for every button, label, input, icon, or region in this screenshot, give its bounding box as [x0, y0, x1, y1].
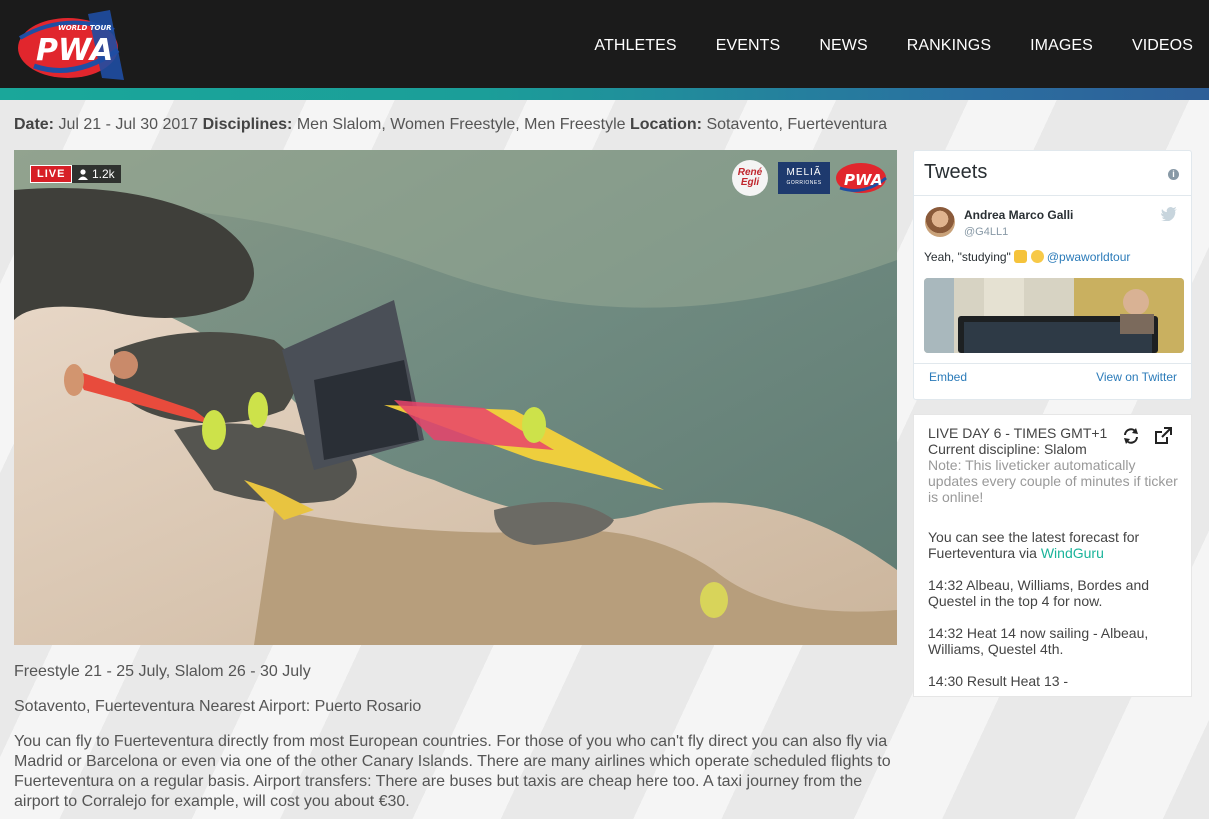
- ticker-entry: 14:30 Result Heat 13 -: [928, 673, 1069, 689]
- person-icon: [78, 168, 88, 180]
- ticker-note: Note: This liveticker automatically upda…: [928, 457, 1178, 505]
- live-ticker-panel: LIVE DAY 6 - TIMES GMT+1 Current discipl…: [913, 414, 1192, 697]
- windguru-link[interactable]: WindGuru: [1041, 545, 1104, 561]
- thumbs-up-emoji-icon: [1014, 250, 1028, 263]
- travel-text: You can fly to Fuerteventura directly fr…: [14, 733, 891, 810]
- twitter-timeline-widget: Tweets i Andrea Marco Galli @G4LL1 Yeah,…: [913, 150, 1192, 400]
- melia-text: MELIÃ: [786, 167, 822, 178]
- live-badge: LIVE: [30, 165, 73, 183]
- svg-text:PWA: PWA: [844, 171, 883, 189]
- view-on-twitter-link[interactable]: View on Twitter: [1096, 370, 1177, 384]
- disciplines-label: Disciplines:: [202, 116, 293, 133]
- info-icon[interactable]: i: [1168, 169, 1179, 180]
- svg-text:WORLD TOUR: WORLD TOUR: [58, 24, 112, 32]
- nav-news[interactable]: NEWS: [819, 37, 867, 55]
- viewer-count-badge: 1.2k: [72, 165, 121, 183]
- tweet-author-name[interactable]: Andrea Marco Galli: [964, 208, 1073, 222]
- sponsor-rene-egli-logo: René Egli: [732, 160, 768, 196]
- date-label: Date:: [14, 116, 55, 133]
- header-accent-stripe: [0, 88, 1209, 100]
- location-label: Location:: [630, 116, 702, 133]
- ticker-entry: 14:32 Albeau, Williams, Bordes and Quest…: [928, 577, 1150, 609]
- schedule-text: Freestyle 21 - 25 July, Slalom 26 - 30 J…: [14, 663, 311, 680]
- sponsor-pwa-logo: PWA: [834, 158, 888, 196]
- divider: [914, 195, 1191, 196]
- tweet-text-body: Yeah, "studying": [924, 250, 1011, 264]
- main-nav: ATHLETES EVENTS NEWS RANKINGS IMAGES VID…: [555, 37, 1193, 55]
- nav-athletes[interactable]: ATHLETES: [594, 37, 676, 55]
- video-frame-image: [14, 150, 897, 645]
- tweet-text: Yeah, "studying" @pwaworldtour: [924, 250, 1130, 264]
- avatar[interactable]: [925, 207, 955, 237]
- event-meta: Date: Jul 21 - Jul 30 2017 Disciplines: …: [14, 116, 887, 134]
- main-content: Date: Jul 21 - Jul 30 2017 Disciplines: …: [0, 100, 1209, 819]
- nav-events[interactable]: EVENTS: [716, 37, 781, 55]
- location-value: Sotavento, Fuerteventura: [706, 116, 888, 133]
- melia-subtext: GORRIONES: [786, 180, 822, 186]
- sponsor-melia-logo: MELIÃ GORRIONES: [778, 162, 830, 194]
- pwa-logo[interactable]: PWA WORLD TOUR: [14, 8, 126, 82]
- tweet-media-image[interactable]: [924, 278, 1184, 353]
- viewer-count: 1.2k: [92, 167, 115, 181]
- forecast-text: You can see the latest forecast for Fuer…: [928, 529, 1140, 561]
- tweet-mention-link[interactable]: @pwaworldtour: [1047, 250, 1131, 264]
- date-value: Jul 21 - Jul 30 2017: [58, 116, 199, 133]
- nav-videos[interactable]: VIDEOS: [1132, 37, 1193, 55]
- ticker-entry: 14:32 Heat 14 now sailing - Albeau, Will…: [928, 625, 1149, 657]
- ticker-content: LIVE DAY 6 - TIMES GMT+1 Current discipl…: [928, 425, 1180, 689]
- nav-rankings[interactable]: RANKINGS: [907, 37, 991, 55]
- embed-link[interactable]: Embed: [929, 370, 967, 384]
- svg-text:PWA: PWA: [36, 33, 113, 68]
- live-video-player[interactable]: LIVE 1.2k René Egli MELIÃ GORRIONES PWA: [14, 150, 897, 645]
- tweet-author-handle[interactable]: @G4LL1: [964, 226, 1008, 238]
- ticker-header: LIVE DAY 6 - TIMES GMT+1: [928, 425, 1108, 441]
- twitter-bird-icon[interactable]: [1161, 207, 1177, 222]
- current-discipline: Current discipline: Slalom: [928, 441, 1087, 457]
- nav-images[interactable]: IMAGES: [1030, 37, 1093, 55]
- laughing-emoji-icon: [1030, 250, 1044, 263]
- airport-text: Sotavento, Fuerteventura Nearest Airport…: [14, 698, 422, 715]
- divider: [914, 363, 1191, 364]
- site-header: PWA WORLD TOUR ATHLETES EVENTS NEWS RANK…: [0, 0, 1209, 88]
- forecast-info: You can see the latest forecast for Fuer…: [928, 529, 1180, 561]
- tweets-title: Tweets: [924, 161, 988, 183]
- disciplines-value: Men Slalom, Women Freestyle, Men Freesty…: [296, 116, 626, 133]
